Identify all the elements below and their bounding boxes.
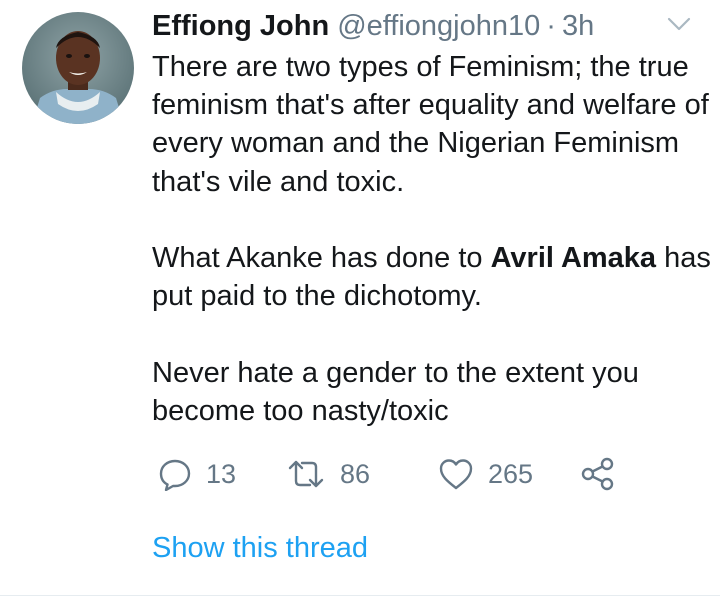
reply-button[interactable]: 13 [158, 452, 236, 496]
retweet-button[interactable]: 86 [286, 452, 370, 496]
author-name[interactable]: Effiong John [152, 10, 329, 43]
tweet-paragraph: Never hate a gender to the extent you be… [152, 356, 639, 427]
tweet-text: There are two types of Feminism; the tru… [152, 48, 712, 430]
avatar[interactable] [22, 12, 134, 124]
mention-name[interactable]: Avril Amaka [491, 242, 657, 274]
chevron-down-icon [667, 17, 691, 31]
reply-icon [159, 459, 191, 491]
show-thread-link[interactable]: Show this thread [152, 532, 368, 565]
share-icon [581, 457, 614, 491]
tweet-timestamp[interactable]: 3h [562, 10, 594, 43]
retweet-count: 86 [340, 458, 371, 489]
tweet-menu-button[interactable] [664, 12, 694, 36]
reply-count: 13 [206, 458, 237, 489]
like-button[interactable]: 265 [438, 452, 533, 496]
author-handle[interactable]: @effiongjohn10 [337, 10, 540, 43]
tweet-actions: 13 86 265 [152, 452, 632, 496]
separator-dot: · [546, 9, 556, 42]
tweet-paragraph: What Akanke has done to Avril Amaka has … [152, 239, 712, 315]
tweet[interactable]: Effiong John @effiongjohn10 · 3h There a… [0, 0, 720, 596]
heart-icon [439, 459, 473, 490]
avatar-photo-icon [22, 12, 134, 124]
retweet-icon [288, 460, 324, 488]
share-button[interactable] [580, 452, 616, 496]
tweet-paragraph: There are two types of Feminism; the tru… [152, 51, 709, 198]
tweet-text-segment: What Akanke has done to [152, 242, 491, 274]
like-count: 265 [488, 458, 534, 489]
tweet-header: Effiong John @effiongjohn10 · 3h [152, 8, 594, 44]
